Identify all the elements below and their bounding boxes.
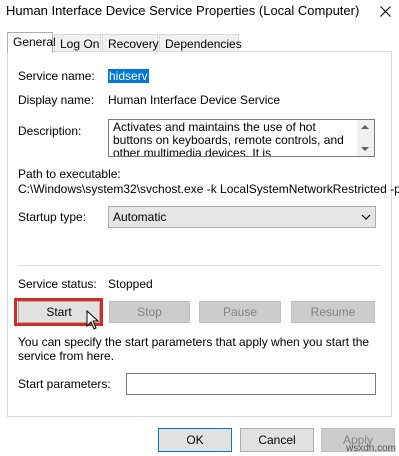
scroll-up-icon[interactable] [361, 125, 369, 129]
service-name-value[interactable]: hidserv [108, 69, 149, 83]
description-text: Activates and maintains the use of hot b… [113, 120, 344, 157]
service-status-value: Stopped [108, 277, 153, 291]
watermark: wsxdn.com [345, 443, 396, 454]
startup-type-value: Automatic [113, 210, 167, 224]
description-scrollbar[interactable] [357, 120, 374, 156]
service-name-text: hidserv [108, 69, 149, 83]
separator [18, 265, 380, 266]
close-icon [379, 5, 391, 17]
cancel-button[interactable]: Cancel [240, 428, 314, 452]
window-title: Human Interface Device Service Propertie… [6, 3, 360, 18]
startup-type-select[interactable]: Automatic [108, 206, 376, 228]
tab-dependencies[interactable]: Dependencies [159, 34, 242, 52]
display-name-label: Display name: [18, 93, 95, 107]
help-text: You can specify the start parameters tha… [18, 335, 370, 363]
description-box[interactable]: Activates and maintains the use of hot b… [108, 119, 375, 157]
description-label: Description: [18, 124, 82, 138]
service-status-label: Service status: [18, 277, 97, 291]
path-value: C:\Windows\system32\svchost.exe -k Local… [18, 182, 399, 196]
display-name-value: Human Interface Device Service [108, 93, 281, 107]
close-button[interactable] [371, 0, 399, 22]
general-panel: Service name: hidserv Display name: Huma… [7, 51, 399, 417]
title-bar: Human Interface Device Service Propertie… [0, 0, 399, 25]
chevron-down-icon [361, 214, 371, 220]
startup-type-label: Startup type: [18, 210, 87, 224]
start-params-label: Start parameters: [18, 377, 111, 391]
path-label: Path to executable: [18, 167, 121, 181]
tab-general[interactable]: General [7, 32, 56, 53]
tab-recovery[interactable]: Recovery [102, 34, 159, 52]
start-params-input[interactable] [126, 373, 376, 395]
stop-button[interactable]: Stop [109, 301, 190, 323]
pause-button[interactable]: Pause [199, 301, 281, 323]
mouse-cursor-icon [86, 310, 100, 330]
scroll-down-icon[interactable] [361, 147, 369, 151]
resume-button[interactable]: Resume [291, 301, 375, 323]
ok-button[interactable]: OK [158, 428, 232, 452]
tab-log-on[interactable]: Log On [54, 34, 101, 52]
service-name-label: Service name: [18, 69, 95, 83]
